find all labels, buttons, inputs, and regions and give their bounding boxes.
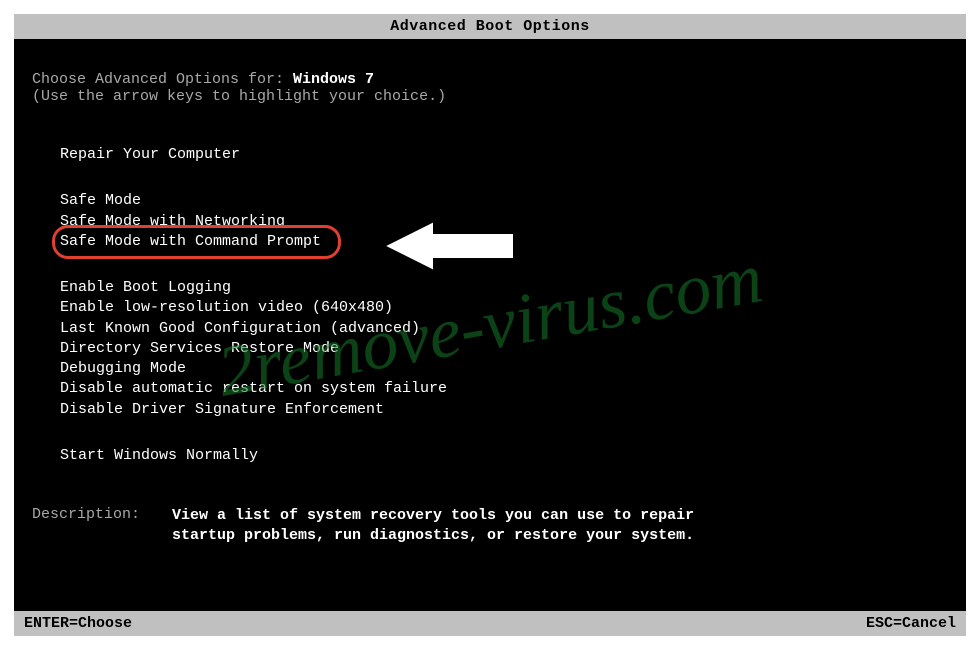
footer-esc: ESC=Cancel (866, 615, 956, 632)
option-boot-logging[interactable]: Enable Boot Logging (60, 278, 948, 298)
description-block: Description: View a list of system recov… (32, 506, 948, 547)
option-disable-restart[interactable]: Disable automatic restart on system fail… (60, 379, 948, 399)
footer-bar: ENTER=Choose ESC=Cancel (14, 611, 966, 636)
option-start-normally[interactable]: Start Windows Normally (60, 446, 948, 466)
option-safe-mode-cmd[interactable]: Safe Mode with Command Prompt (60, 232, 948, 252)
intro-hint: (Use the arrow keys to highlight your ch… (32, 88, 948, 105)
option-safe-mode[interactable]: Safe Mode (60, 191, 948, 211)
option-disable-signature[interactable]: Disable Driver Signature Enforcement (60, 400, 948, 420)
description-text: View a list of system recovery tools you… (172, 506, 732, 547)
intro-prefix: Choose Advanced Options for: (32, 71, 293, 88)
os-name: Windows 7 (293, 71, 374, 88)
footer-enter: ENTER=Choose (24, 615, 132, 632)
option-repair[interactable]: Repair Your Computer (60, 145, 948, 165)
intro-line: Choose Advanced Options for: Windows 7 (32, 71, 948, 88)
option-debugging[interactable]: Debugging Mode (60, 359, 948, 379)
option-safe-mode-networking[interactable]: Safe Mode with Networking (60, 212, 948, 232)
option-low-res-video[interactable]: Enable low-resolution video (640x480) (60, 298, 948, 318)
option-last-known-good[interactable]: Last Known Good Configuration (advanced) (60, 319, 948, 339)
window-title: Advanced Boot Options (390, 18, 590, 35)
option-ds-restore[interactable]: Directory Services Restore Mode (60, 339, 948, 359)
title-bar: Advanced Boot Options (14, 14, 966, 39)
option-safe-mode-cmd-label: Safe Mode with Command Prompt (60, 233, 321, 250)
content-area: Choose Advanced Options for: Windows 7 (… (14, 39, 966, 547)
description-label: Description: (32, 506, 172, 523)
